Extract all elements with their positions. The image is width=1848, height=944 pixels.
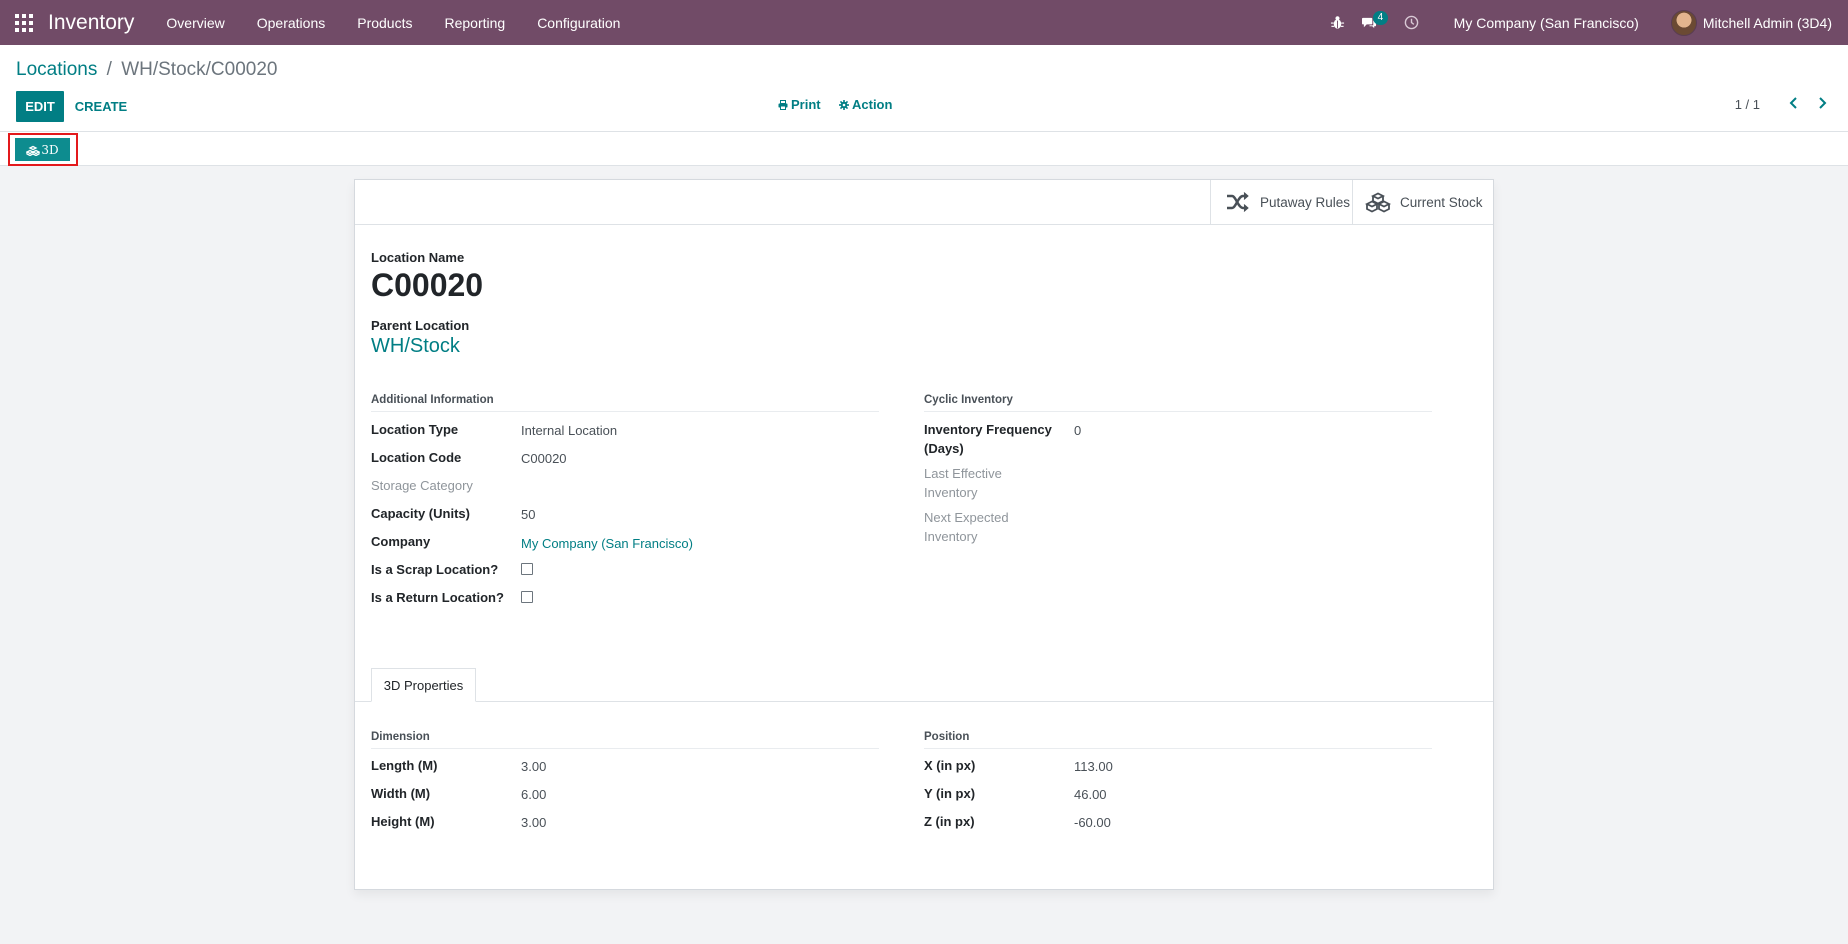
3d-button-highlight: 3D — [8, 133, 78, 166]
statusbar-3d: 3D — [0, 132, 1848, 166]
x-value: 113.00 — [1074, 759, 1113, 774]
breadcrumb: Locations / WH/Stock/C00020 — [16, 59, 277, 81]
parent-location-link[interactable]: WH/Stock — [371, 335, 460, 358]
additional-info-title: Additional Information — [371, 394, 879, 412]
chevron-left-icon — [1789, 97, 1797, 109]
location-type-value: Internal Location — [521, 423, 618, 438]
inventory-frequency-value: 0 — [1074, 423, 1082, 438]
action-label: Action — [852, 97, 893, 112]
create-button[interactable]: CREATE — [74, 91, 128, 122]
pager-value[interactable]: 1 / 1 — [1735, 97, 1760, 112]
location-name-value: C00020 — [371, 267, 484, 303]
length-value: 3.00 — [521, 759, 547, 774]
control-panel: Locations / WH/Stock/C00020 EDIT CREATE … — [0, 45, 1848, 132]
length-label: Length (M) — [371, 758, 438, 773]
menu-configuration[interactable]: Configuration — [521, 15, 636, 31]
messages-count-badge: 4 — [1372, 11, 1389, 25]
menu-products[interactable]: Products — [341, 15, 428, 31]
dimension-title: Dimension — [371, 731, 879, 749]
position-title: Position — [924, 731, 1432, 749]
navbar-systray: 4 My Company (San Francisco) Mitchell Ad… — [1322, 0, 1848, 45]
menu-overview[interactable]: Overview — [150, 15, 240, 31]
user-menu[interactable]: Mitchell Admin (3D4) — [1670, 9, 1848, 36]
inventory-frequency-label: Inventory Frequency (Days) — [924, 420, 1052, 458]
location-code-value: C00020 — [521, 451, 567, 466]
action-dropdown[interactable]: Action — [839, 97, 892, 112]
return-location-checkbox[interactable] — [521, 591, 533, 603]
height-label: Height (M) — [371, 814, 435, 829]
location-code-label: Location Code — [371, 450, 462, 465]
pager-previous-button[interactable] — [1786, 95, 1802, 111]
shuffle-icon — [1227, 192, 1249, 212]
putaway-rules-label: Putaway Rules — [1260, 194, 1351, 210]
height-value: 3.00 — [521, 815, 547, 830]
user-name: Mitchell Admin (3D4) — [1702, 14, 1832, 31]
menu-reporting[interactable]: Reporting — [428, 15, 521, 31]
company-label: Company — [371, 534, 431, 549]
inventory-frequency-label-line1: Inventory Frequency — [924, 422, 1052, 437]
putaway-rules-button[interactable]: Putaway Rules — [1210, 180, 1352, 224]
app-brand[interactable]: Inventory — [48, 11, 134, 35]
notebook-tab-line — [355, 701, 1493, 702]
current-stock-label: Current Stock — [1400, 194, 1483, 210]
menu-operations[interactable]: Operations — [241, 15, 341, 31]
edit-button[interactable]: EDIT — [16, 91, 64, 122]
scrap-location-label: Is a Scrap Location? — [371, 562, 499, 577]
last-effective-label-line2: Inventory — [924, 485, 978, 500]
next-expected-label-line1: Next Expected — [924, 510, 1009, 525]
activity-clock-icon[interactable] — [1396, 0, 1428, 45]
chevron-right-icon — [1819, 97, 1827, 109]
y-label: Y (in px) — [924, 786, 976, 801]
print-dropdown[interactable]: Print — [778, 97, 821, 112]
location-name-label: Location Name — [371, 250, 465, 265]
z-value: -60.00 — [1074, 815, 1111, 830]
width-value: 6.00 — [521, 787, 547, 802]
tab-3d-properties[interactable]: 3D Properties — [371, 668, 476, 702]
capacity-label: Capacity (Units) — [371, 506, 470, 521]
breadcrumb-locations-link[interactable]: Locations — [16, 59, 97, 80]
y-value: 46.00 — [1074, 787, 1107, 802]
print-label: Print — [791, 97, 821, 112]
width-label: Width (M) — [371, 786, 431, 801]
last-effective-label-line1: Last Effective — [924, 466, 1002, 481]
next-expected-inventory-label: Next Expected Inventory — [924, 508, 1009, 546]
cubes-icon — [1365, 192, 1391, 213]
form-sheet: Putaway Rules Current Stock Location Nam… — [354, 179, 1494, 890]
print-icon — [778, 99, 788, 110]
apps-menu-icon[interactable] — [0, 0, 48, 45]
current-stock-button[interactable]: Current Stock — [1352, 180, 1493, 224]
pager-next-button[interactable] — [1814, 95, 1830, 111]
x-label: X (in px) — [924, 758, 976, 773]
3d-button-label: 3D — [41, 142, 59, 157]
smart-button-box: Putaway Rules Current Stock — [355, 180, 1493, 225]
inventory-frequency-label-line2: (Days) — [924, 441, 964, 456]
company-link[interactable]: My Company (San Francisco) — [521, 536, 693, 551]
cubes-icon — [26, 145, 41, 156]
messages-icon[interactable]: 4 — [1354, 0, 1389, 45]
breadcrumb-separator: / — [106, 59, 112, 80]
next-expected-label-line2: Inventory — [924, 529, 978, 544]
gear-icon — [839, 99, 849, 110]
capacity-value: 50 — [521, 507, 536, 522]
z-label: Z (in px) — [924, 814, 975, 829]
return-location-label: Is a Return Location? — [371, 590, 504, 605]
breadcrumb-current: WH/Stock/C00020 — [121, 59, 278, 80]
location-type-label: Location Type — [371, 422, 459, 437]
last-effective-inventory-label: Last Effective Inventory — [924, 464, 1002, 502]
debug-bug-icon[interactable] — [1322, 0, 1354, 45]
storage-category-label: Storage Category — [371, 478, 473, 493]
scrap-location-checkbox[interactable] — [521, 563, 533, 575]
cyclic-inventory-title: Cyclic Inventory — [924, 394, 1432, 412]
user-avatar — [1670, 9, 1697, 36]
company-switcher[interactable]: My Company (San Francisco) — [1438, 15, 1655, 31]
top-navbar: Inventory Overview Operations Products R… — [0, 0, 1848, 45]
parent-location-label: Parent Location — [371, 318, 470, 333]
3d-view-button[interactable]: 3D — [15, 138, 70, 161]
